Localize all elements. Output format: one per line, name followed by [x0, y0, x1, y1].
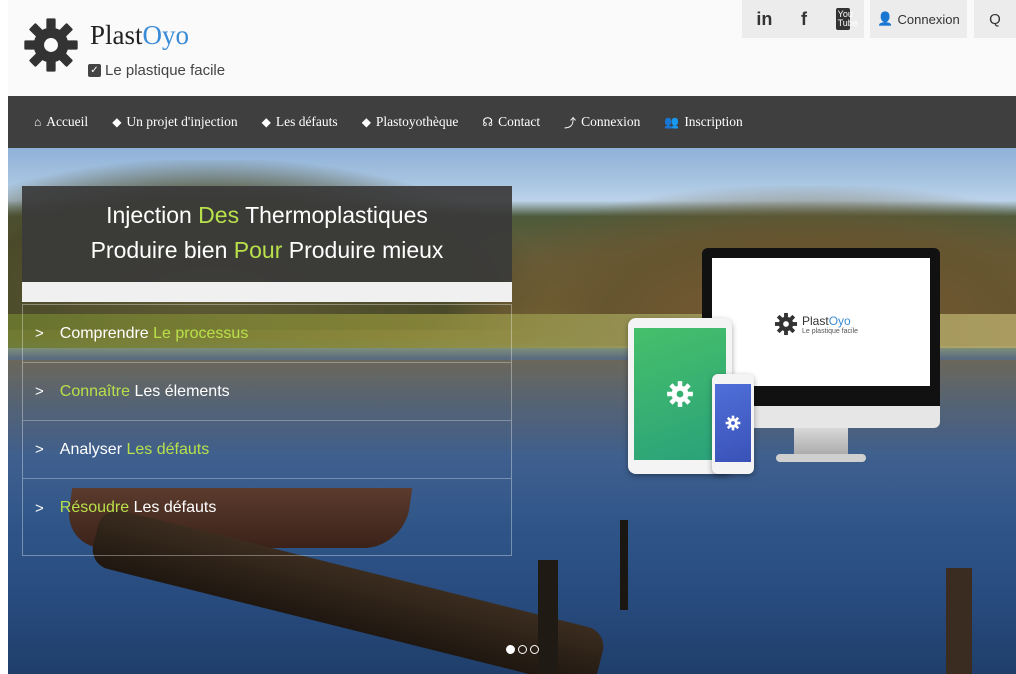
hero-title-line1: Injection Des Thermoplastiques — [22, 198, 512, 233]
feature-text: Connaître Les élements — [60, 383, 230, 401]
nav-label: Accueil — [46, 114, 89, 129]
tag-icon: ◆ — [361, 114, 371, 129]
gear-icon — [667, 381, 693, 407]
brand-name[interactable]: PlastOyo — [90, 20, 189, 51]
tag-icon: ◆ — [112, 114, 122, 129]
nav-item-contact[interactable]: ☊ Contact — [482, 114, 540, 130]
main-nav: ⌂ Accueil ◆ Un projet d'injection ◆ Les déf… — [8, 96, 1016, 148]
monitor-base — [776, 454, 866, 462]
linkedin-icon[interactable]: in — [756, 9, 772, 30]
chevron-right-icon: > — [35, 325, 44, 342]
monitor-tagline: Le plastique facile — [802, 327, 859, 335]
site-header: PlastOyo ✓ Le plastique facile — [8, 0, 1016, 96]
carousel-dot[interactable] — [506, 645, 515, 654]
monitor-brand-text: PlastOyo Le plastique facile — [802, 314, 858, 335]
search-icon: Q — [989, 10, 1001, 28]
carousel-dot[interactable] — [530, 645, 539, 654]
hero-carousel: Injection Des Thermoplastiques Produire … — [8, 148, 1016, 674]
youtube-icon[interactable]: You Tube — [835, 8, 858, 30]
feature-word: Les défauts — [133, 499, 217, 516]
feature-word-highlight: Résoudre — [59, 499, 130, 516]
chevron-right-icon: > — [35, 441, 44, 458]
title-word: Injection — [106, 202, 192, 228]
tagline-text: Le plastique facile — [105, 62, 226, 79]
title-underline-strip — [22, 282, 512, 302]
chevron-right-icon: > — [35, 499, 44, 517]
chevron-right-icon: > — [35, 383, 44, 400]
home-icon: ⌂ — [34, 114, 42, 129]
feature-text: Comprendre Le processus — [60, 325, 249, 343]
nav-label: Inscription — [684, 114, 743, 129]
nav-item-inscription[interactable]: 👥 Inscription — [664, 114, 742, 130]
hero-title-line2: Produire bien Pour Produire mieux — [22, 233, 512, 268]
hero-background-post — [946, 568, 972, 674]
feature-word-highlight: Les défauts — [126, 440, 210, 458]
users-icon: 👥 — [664, 114, 680, 129]
monitor-screen: PlastOyo Le plastique facile — [712, 258, 930, 386]
hero-title: Injection Des Thermoplastiques Produire … — [22, 186, 512, 302]
feature-link-resoudre[interactable]: > Résoudre Les défauts — [23, 479, 511, 537]
feature-text: Analyser Les défauts — [60, 441, 209, 459]
feature-link-comprendre[interactable]: > Comprendre Le processus — [23, 305, 511, 363]
feature-text: Résoudre Les défauts — [60, 499, 217, 517]
feature-link-connaitre[interactable]: > Connaître Les élements — [23, 363, 511, 421]
nav-item-plastoyotheque[interactable]: ◆ Plastoyothèque — [362, 114, 459, 130]
carousel-dot[interactable] — [518, 645, 527, 654]
title-word: Thermoplastiques — [245, 202, 428, 228]
title-word: Produire mieux — [288, 237, 444, 263]
youtube-bottom: Tube — [837, 18, 858, 28]
feature-word: Analyser — [59, 440, 123, 458]
gear-icon — [725, 415, 741, 431]
monitor-brand-name: PlastOyo — [802, 314, 858, 328]
phone-screen — [715, 384, 751, 462]
social-links: in f You Tube — [742, 0, 864, 38]
nav-item-connexion[interactable]: ⤴ Connexion — [564, 114, 640, 131]
feature-word-highlight: Le processus — [153, 324, 249, 342]
title-word: Produire bien — [90, 237, 228, 263]
nav-label: Connexion — [581, 114, 641, 129]
checkbox-icon: ✓ — [88, 64, 101, 77]
nav-label: Les défauts — [275, 114, 338, 129]
monitor-brand-accent: Oyo — [828, 313, 851, 328]
nav-item-projet-injection[interactable]: ◆ Un projet d'injection — [112, 114, 237, 130]
nav-item-defauts[interactable]: ◆ Les défauts — [262, 114, 338, 130]
headset-icon: ☊ — [482, 114, 494, 129]
brand-accent: Oyo — [142, 20, 190, 50]
login-button[interactable]: 👤 Connexion — [870, 0, 967, 38]
tag-icon: ◆ — [261, 114, 271, 129]
carousel-indicators — [506, 645, 539, 654]
facebook-icon[interactable]: f — [801, 9, 807, 30]
monitor-stand — [794, 428, 848, 456]
login-icon: ⤴ — [564, 115, 577, 130]
feature-word: Les élements — [134, 382, 230, 400]
nav-item-accueil[interactable]: ⌂ Accueil — [34, 114, 88, 130]
title-word-highlight: Des — [198, 202, 240, 228]
gear-logo-icon[interactable] — [22, 16, 80, 74]
tagline: ✓ Le plastique facile — [88, 62, 225, 79]
nav-label: Contact — [498, 114, 541, 129]
feature-list: > Comprendre Le processus > Connaître Le… — [22, 304, 512, 556]
nav-label: Un projet d'injection — [126, 114, 238, 129]
feature-word-highlight: Connaître — [59, 382, 131, 400]
search-button[interactable]: Q — [974, 0, 1016, 38]
phone-illustration — [712, 374, 754, 474]
title-word-highlight: Pour — [233, 237, 283, 263]
nav-label: Plastoyothèque — [375, 114, 459, 129]
user-icon: 👤 — [877, 11, 894, 26]
monitor-brand: PlastOyo Le plastique facile — [774, 312, 858, 336]
hero-background-post — [538, 560, 558, 674]
login-label: Connexion — [897, 11, 960, 27]
gear-icon — [774, 312, 798, 336]
feature-word: Comprendre — [59, 324, 149, 342]
brand-prefix: Plast — [90, 20, 143, 50]
feature-link-analyser[interactable]: > Analyser Les défauts — [23, 421, 511, 479]
hero-background-post — [620, 520, 628, 610]
monitor-brand-prefix: Plast — [802, 313, 829, 328]
